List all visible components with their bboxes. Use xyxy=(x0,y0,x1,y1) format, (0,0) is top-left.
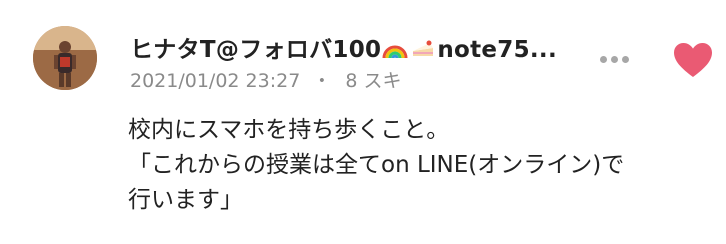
post-meta: 2021/01/02 23:27 ・ 8 スキ xyxy=(130,66,401,93)
menu-dot xyxy=(621,55,629,63)
comment-line: 校内にスマホを持ち歩くこと。 xyxy=(128,117,450,143)
comment-card: ヒナタT@フォロバ100 note75... 2021/01/02 23:27 ・… xyxy=(0,0,726,244)
menu-dot xyxy=(599,55,607,63)
timestamp: 2021/01/02 23:27 xyxy=(130,70,301,92)
more-dots-icon[interactable] xyxy=(596,46,632,72)
comment-line: 「これからの授業は全てon LINE(オンライン)で xyxy=(128,152,625,178)
author-name[interactable]: ヒナタT@フォロバ100 note75... xyxy=(130,30,557,66)
menu-dot xyxy=(610,55,618,63)
like-count[interactable]: 8 スキ xyxy=(345,70,401,92)
avatar[interactable] xyxy=(33,26,97,90)
author-name-suffix: note75... xyxy=(437,37,558,63)
comment-line: 行います」 xyxy=(128,187,243,213)
avatar-photo xyxy=(33,26,97,90)
comment-body: 校内にスマホを持ち歩くこと。 「これからの授業は全てon LINE(オンライン)… xyxy=(128,113,718,218)
like-button[interactable] xyxy=(671,40,715,80)
heart-icon xyxy=(674,43,712,77)
cake-emoji xyxy=(410,36,436,66)
author-name-prefix: ヒナタT@フォロバ100 xyxy=(130,37,382,63)
meta-separator: ・ xyxy=(312,70,332,92)
rainbow-emoji xyxy=(382,36,408,66)
